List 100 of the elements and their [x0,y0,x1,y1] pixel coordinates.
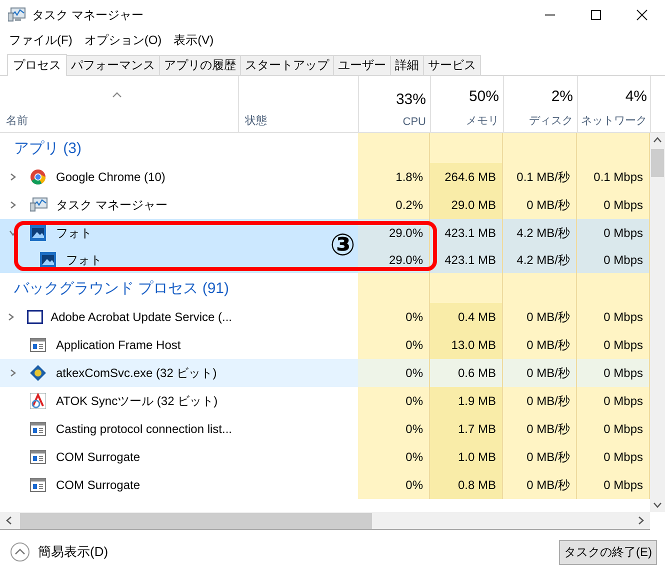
window-icon [26,310,43,324]
column-header[interactable]: 名前 [6,113,234,128]
disk-cell: 0 MB/秒 [503,303,577,331]
photo-icon [30,225,46,241]
process-row[interactable]: Adobe Acrobat Update Service (... 0% 0.4 MB 0 MB/秒 0 Mbps [0,303,650,331]
tab[interactable]: サービス [423,55,481,75]
memory-cell: 423.1 MB [430,247,503,273]
usage-cell [358,273,430,303]
diamond-icon [30,365,46,381]
network-cell: 0 Mbps [577,191,650,219]
disk-cell: 0 MB/秒 [503,387,577,415]
memory-cell: 1.9 MB [430,387,503,415]
disk-cell: 0.1 MB/秒 [503,163,577,191]
process-name: COM Surrogate [56,450,140,464]
chevron-icon[interactable] [9,369,17,377]
process-name: ATOK Syncツール (32 ビット) [56,392,218,410]
disk-cell: 0 MB/秒 [503,359,577,387]
chevron-icon[interactable] [9,229,17,237]
chevron-icon[interactable] [7,313,16,321]
fewer-details-link[interactable]: 簡易表示(D) [38,543,108,561]
disk-cell: 0 MB/秒 [503,443,577,471]
collapse-icon[interactable] [10,542,30,562]
disk-cell: 4.2 MB/秒 [503,219,577,247]
window-title: タスク マネージャー [32,6,144,24]
memory-cell: 0.6 MB [430,359,503,387]
sort-caret-icon [112,92,122,98]
memory-cell: 0.8 MB [430,471,503,499]
network-cell: 0.1 Mbps [577,163,650,191]
process-name: フォト [66,252,102,268]
process-name: COM Surrogate [56,478,140,492]
column-header[interactable]: メモリ [466,113,499,128]
process-name: Application Frame Host [56,338,181,352]
cpu-cell: 0% [358,415,430,443]
memory-cell: 423.1 MB [430,219,503,247]
maximize-icon[interactable] [590,9,602,21]
chevron-icon[interactable] [9,173,17,181]
tab[interactable]: パフォーマンス [66,55,160,75]
process-row[interactable]: COM Surrogate 0% 0.8 MB 0 MB/秒 0 Mbps [0,471,650,499]
cpu-cell: 0% [358,303,430,331]
atok-icon [30,393,46,409]
column-header[interactable]: 状態 [245,113,354,128]
app-window-icon [30,478,46,492]
usage-percent: 50% [468,88,499,105]
process-name: Casting protocol connection list... [56,422,232,436]
usage-cell [358,133,430,163]
cpu-cell: 0% [358,359,430,387]
menu-item[interactable]: 表示(V) [174,32,214,48]
scroll-thumb[interactable] [651,149,664,177]
chevron-icon[interactable] [9,201,17,209]
network-cell: 0 Mbps [577,303,650,331]
usage-percent: 4% [625,88,647,105]
tab[interactable]: 詳細 [390,55,424,75]
column-header[interactable]: ネットワーク [581,113,647,128]
disk-cell: 0 MB/秒 [503,415,577,443]
process-name: タスク マネージャー [56,196,168,214]
process-row[interactable]: Google Chrome (10) 1.8% 264.6 MB 0.1 MB/秒 0.1 Mbps [0,163,650,191]
scroll-down-icon[interactable] [653,502,662,508]
end-task-button[interactable]: タスクの終了(E) [559,540,657,564]
tab[interactable]: プロセス [7,54,67,76]
scroll-right-icon[interactable] [638,516,644,525]
cpu-cell: 0% [358,331,430,359]
process-row[interactable]: ATOK Syncツール (32 ビット) 0% 1.9 MB 0 MB/秒 0 Mbps [0,387,650,415]
memory-cell: 29.0 MB [430,191,503,219]
memory-cell: 1.0 MB [430,443,503,471]
cpu-cell: 0% [358,387,430,415]
menu-item[interactable]: オプション(O) [84,32,162,48]
cpu-cell: 1.8% [358,163,430,191]
tab[interactable]: ユーザー [333,55,391,75]
group-header: バックグラウンド プロセス (91) [13,278,230,298]
column-header[interactable]: ディスク [529,113,573,128]
usage-percent: 2% [551,88,573,105]
network-cell: 0 Mbps [577,247,650,273]
network-cell: 0 Mbps [577,219,650,247]
process-row[interactable]: Casting protocol connection list... 0% 1.7 MB 0 MB/秒 0 Mbps [0,415,650,443]
process-row[interactable]: COM Surrogate 0% 1.0 MB 0 MB/秒 0 Mbps [0,443,650,471]
horizontal-scrollbar[interactable] [0,512,650,530]
process-row[interactable]: atkexComSvc.exe (32 ビット) 0% 0.6 MB 0 MB/秒 0 Mbps [0,359,650,387]
network-cell: 0 Mbps [577,331,650,359]
network-cell: 0 Mbps [577,443,650,471]
group-header: アプリ (3) [13,138,82,158]
network-cell: 0 Mbps [577,359,650,387]
process-name: atkexComSvc.exe (32 ビット) [56,364,217,382]
usage-percent: 33% [396,91,426,108]
scroll-left-icon[interactable] [6,516,12,525]
process-name: フォト [56,224,92,242]
tab[interactable]: アプリの履歴 [159,55,241,75]
app-window-icon [30,338,46,352]
column-header[interactable]: CPU [402,116,426,128]
vertical-scrollbar[interactable] [650,133,665,512]
cpu-cell: 0% [358,471,430,499]
menu-item[interactable]: ファイル(F) [9,32,72,48]
app-window-icon [30,450,46,464]
process-row[interactable]: Application Frame Host 0% 13.0 MB 0 MB/秒 0 Mbps [0,331,650,359]
close-icon[interactable] [636,9,648,21]
process-row[interactable]: タスク マネージャー 0.2% 29.0 MB 0 MB/秒 0 Mbps [0,191,650,219]
memory-cell: 0.4 MB [430,303,503,331]
cpu-cell: 0.2% [358,191,430,219]
network-cell: 0 Mbps [577,387,650,415]
scroll-up-icon[interactable] [653,137,662,143]
tab[interactable]: スタートアップ [240,55,334,75]
